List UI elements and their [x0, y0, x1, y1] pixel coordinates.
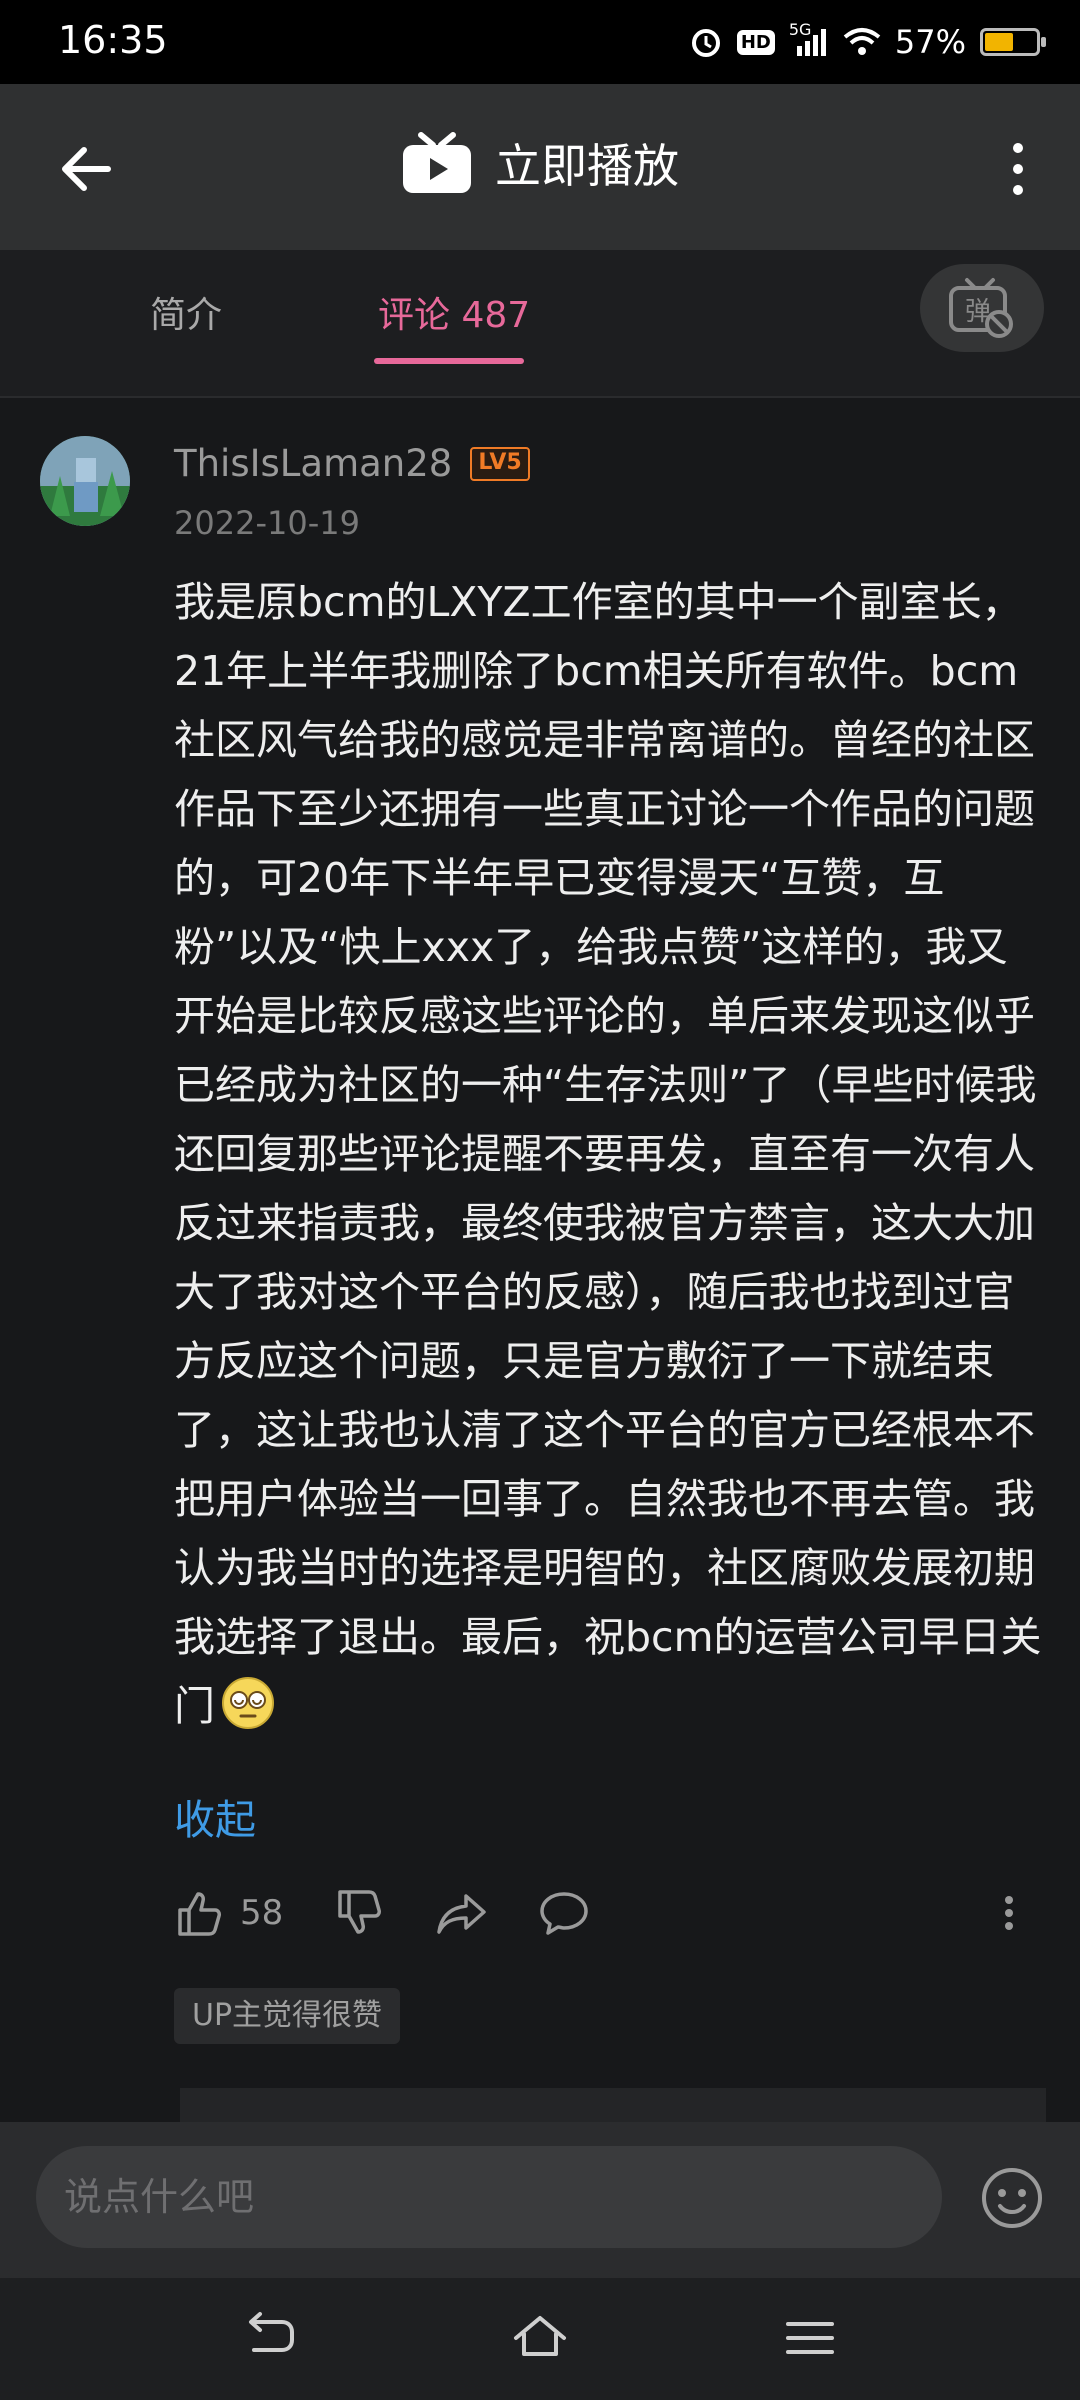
comment-input[interactable]	[36, 2146, 942, 2248]
danmaku-toggle-button[interactable]: 弹	[920, 264, 1044, 352]
status-time: 16:35	[58, 18, 168, 62]
danmaku-off-icon: 弹	[949, 278, 1013, 338]
like-button[interactable]: 58	[174, 1878, 283, 1948]
signal-icon: 5G	[789, 20, 829, 58]
reply-button[interactable]	[538, 1878, 590, 1948]
share-button[interactable]	[436, 1878, 488, 1948]
status-bar: 16:35 HD 5G 57%	[0, 0, 1080, 84]
comment-item: ThisIsLaman28 LV5 2022-10-19 我是原bcm的LXYZ…	[0, 400, 1080, 2128]
comment-bubble-icon	[540, 1892, 588, 1935]
like-count: 58	[240, 1893, 284, 1933]
app-header: 立即播放	[0, 84, 1080, 250]
tv-icon	[403, 132, 471, 193]
avatar[interactable]	[40, 436, 130, 526]
battery-percent: 57%	[894, 23, 966, 61]
collapse-link[interactable]: 收起	[174, 1786, 256, 1846]
more-vertical-icon	[1005, 1896, 1013, 1930]
tab-intro[interactable]: 简介	[150, 286, 222, 338]
share-icon	[437, 1894, 486, 1934]
battery-fill	[985, 33, 1013, 51]
nav-menu-button[interactable]	[780, 2308, 840, 2368]
up-liked-badge: UP主觉得很赞	[174, 1988, 401, 2044]
wifi-icon	[843, 27, 881, 57]
system-nav-bar	[0, 2278, 1080, 2400]
comment-text: 我是原bcm的LXYZ工作室的其中一个副室长，21年上半年我删除了bcm相关所有…	[174, 568, 1044, 1741]
thumbs-up-icon	[178, 1892, 221, 1936]
more-vertical-icon	[1013, 143, 1023, 195]
dizzy-face-emoji-icon	[221, 1676, 275, 1730]
smiley-icon	[982, 2168, 1042, 2228]
nav-home-button[interactable]	[510, 2308, 570, 2368]
active-tab-indicator	[374, 358, 524, 364]
dislike-button[interactable]	[334, 1878, 384, 1948]
level-badge: LV5	[470, 446, 530, 481]
alarm-icon	[689, 25, 723, 59]
comment-date: 2022-10-19	[174, 504, 360, 542]
menu-icon	[786, 2322, 834, 2354]
status-icons: HD 5G 57%	[689, 18, 1046, 66]
comment-actions: 58	[174, 1878, 1034, 1948]
emoji-button[interactable]	[980, 2166, 1044, 2230]
network-label: 5G	[788, 20, 812, 39]
return-icon	[249, 2312, 294, 2352]
home-icon	[514, 2316, 566, 2356]
tab-comments[interactable]: 评论 487	[378, 286, 530, 338]
play-now-button[interactable]: 立即播放	[0, 130, 1080, 196]
hd-icon: HD	[736, 29, 775, 55]
nav-back-button[interactable]	[240, 2308, 300, 2368]
comment-author-row: ThisIsLaman28 LV5	[174, 442, 530, 485]
comment-more-button[interactable]	[994, 1878, 1024, 1948]
thumbs-down-icon	[338, 1890, 381, 1934]
comment-input-bar	[0, 2122, 1080, 2278]
battery-icon	[980, 28, 1046, 56]
username[interactable]: ThisIsLaman28	[174, 442, 452, 485]
more-options-button[interactable]	[988, 134, 1048, 204]
content-tabs: 简介 评论 487 弹	[0, 250, 1080, 398]
comment-body-text: 我是原bcm的LXYZ工作室的其中一个副室长，21年上半年我删除了bcm相关所有…	[174, 578, 1042, 1730]
header-title: 立即播放	[495, 139, 679, 193]
